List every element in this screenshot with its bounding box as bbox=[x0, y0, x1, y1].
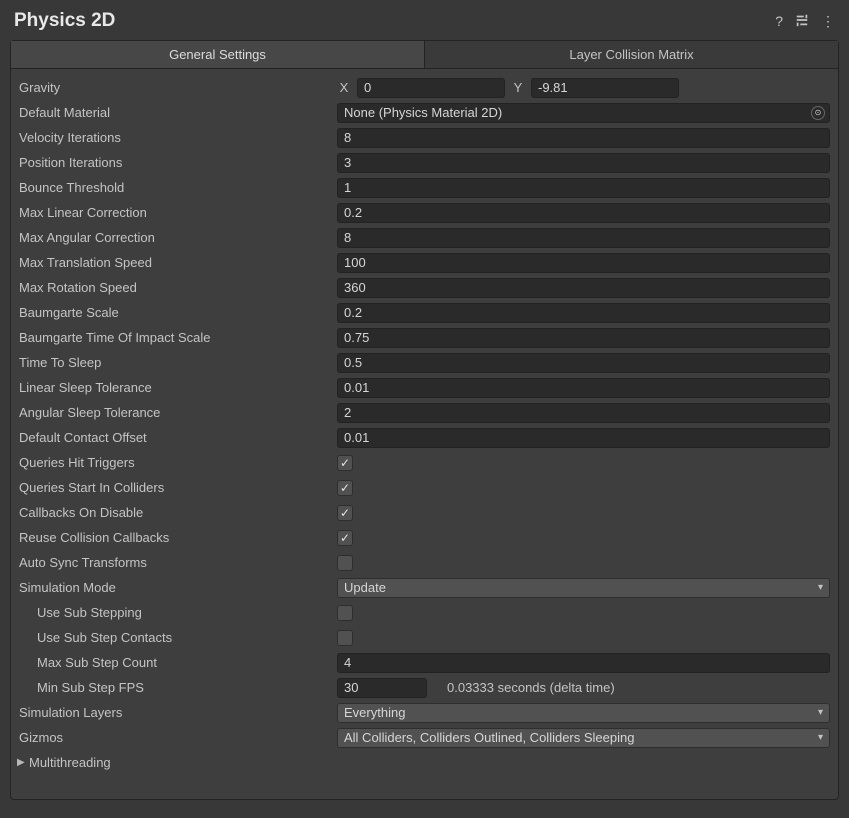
label-callbacks-on-disable: Callbacks On Disable bbox=[17, 505, 337, 520]
gizmos-select[interactable]: All Colliders, Colliders Outlined, Colli… bbox=[337, 728, 830, 748]
auto-sync-transforms-checkbox[interactable] bbox=[337, 555, 353, 571]
object-picker-icon[interactable]: ⊙ bbox=[811, 106, 825, 120]
label-max-angular-correction: Max Angular Correction bbox=[17, 230, 337, 245]
use-sub-stepping-checkbox[interactable] bbox=[337, 605, 353, 621]
label-gizmos: Gizmos bbox=[17, 730, 337, 745]
label-default-contact-offset: Default Contact Offset bbox=[17, 430, 337, 445]
label-angular-sleep-tolerance: Angular Sleep Tolerance bbox=[17, 405, 337, 420]
label-max-rotation-speed: Max Rotation Speed bbox=[17, 280, 337, 295]
tabs: General Settings Layer Collision Matrix bbox=[11, 41, 838, 69]
max-rotation-speed-input[interactable] bbox=[337, 278, 830, 298]
label-linear-sleep-tolerance: Linear Sleep Tolerance bbox=[17, 380, 337, 395]
label-auto-sync-transforms: Auto Sync Transforms bbox=[17, 555, 337, 570]
label-bounce-threshold: Bounce Threshold bbox=[17, 180, 337, 195]
label-default-material: Default Material bbox=[17, 105, 337, 120]
tab-content: Gravity X Y Default Material None (Physi… bbox=[11, 69, 838, 781]
max-linear-correction-input[interactable] bbox=[337, 203, 830, 223]
label-position-iterations: Position Iterations bbox=[17, 155, 337, 170]
panel-title: Physics 2D bbox=[14, 10, 775, 32]
linear-sleep-tolerance-input[interactable] bbox=[337, 378, 830, 398]
max-sub-step-count-input[interactable] bbox=[337, 653, 830, 673]
foldout-arrow-icon: ▶ bbox=[17, 757, 29, 768]
gravity-x-input[interactable] bbox=[357, 78, 505, 98]
max-translation-speed-input[interactable] bbox=[337, 253, 830, 273]
panel-header: Physics 2D ? ⋮ bbox=[0, 0, 849, 40]
menu-icon[interactable]: ⋮ bbox=[821, 13, 835, 30]
queries-hit-triggers-checkbox[interactable] bbox=[337, 455, 353, 471]
max-angular-correction-input[interactable] bbox=[337, 228, 830, 248]
simulation-mode-select[interactable]: Update bbox=[337, 578, 830, 598]
queries-start-in-colliders-checkbox[interactable] bbox=[337, 480, 353, 496]
label-baumgarte-scale: Baumgarte Scale bbox=[17, 305, 337, 320]
gravity-x-label: X bbox=[337, 80, 351, 95]
label-baumgarte-toi-scale: Baumgarte Time Of Impact Scale bbox=[17, 330, 337, 345]
label-queries-start-in-colliders: Queries Start In Colliders bbox=[17, 480, 337, 495]
label-max-linear-correction: Max Linear Correction bbox=[17, 205, 337, 220]
label-velocity-iterations: Velocity Iterations bbox=[17, 130, 337, 145]
label-multithreading: Multithreading bbox=[29, 755, 111, 770]
label-use-sub-step-contacts: Use Sub Step Contacts bbox=[17, 630, 337, 645]
time-to-sleep-input[interactable] bbox=[337, 353, 830, 373]
label-max-sub-step-count: Max Sub Step Count bbox=[17, 655, 337, 670]
foldout-multithreading[interactable]: ▶ Multithreading bbox=[15, 750, 834, 775]
baumgarte-scale-input[interactable] bbox=[337, 303, 830, 323]
angular-sleep-tolerance-input[interactable] bbox=[337, 403, 830, 423]
label-queries-hit-triggers: Queries Hit Triggers bbox=[17, 455, 337, 470]
default-contact-offset-input[interactable] bbox=[337, 428, 830, 448]
gravity-y-label: Y bbox=[511, 80, 525, 95]
reuse-collision-callbacks-checkbox[interactable] bbox=[337, 530, 353, 546]
label-time-to-sleep: Time To Sleep bbox=[17, 355, 337, 370]
default-material-field[interactable]: None (Physics Material 2D) ⊙ bbox=[337, 103, 830, 123]
label-use-sub-stepping: Use Sub Stepping bbox=[17, 605, 337, 620]
header-icons: ? ⋮ bbox=[775, 13, 835, 30]
min-sub-step-fps-hint: 0.03333 seconds (delta time) bbox=[433, 680, 615, 695]
min-sub-step-fps-input[interactable] bbox=[337, 678, 427, 698]
tab-general-settings[interactable]: General Settings bbox=[11, 41, 425, 68]
label-simulation-layers: Simulation Layers bbox=[17, 705, 337, 720]
label-simulation-mode: Simulation Mode bbox=[17, 580, 337, 595]
label-max-translation-speed: Max Translation Speed bbox=[17, 255, 337, 270]
row-default-material: Default Material None (Physics Material … bbox=[15, 100, 834, 125]
tab-layer-collision-matrix[interactable]: Layer Collision Matrix bbox=[425, 41, 838, 68]
label-reuse-collision-callbacks: Reuse Collision Callbacks bbox=[17, 530, 337, 545]
bounce-threshold-input[interactable] bbox=[337, 178, 830, 198]
use-sub-step-contacts-checkbox[interactable] bbox=[337, 630, 353, 646]
callbacks-on-disable-checkbox[interactable] bbox=[337, 505, 353, 521]
label-gravity: Gravity bbox=[17, 80, 337, 95]
velocity-iterations-input[interactable] bbox=[337, 128, 830, 148]
simulation-layers-select[interactable]: Everything bbox=[337, 703, 830, 723]
row-gravity: Gravity X Y bbox=[15, 75, 834, 100]
help-icon[interactable]: ? bbox=[775, 13, 783, 29]
gravity-y-input[interactable] bbox=[531, 78, 679, 98]
position-iterations-input[interactable] bbox=[337, 153, 830, 173]
settings-icon[interactable] bbox=[795, 13, 809, 30]
baumgarte-toi-scale-input[interactable] bbox=[337, 328, 830, 348]
settings-panel: General Settings Layer Collision Matrix … bbox=[10, 40, 839, 800]
label-min-sub-step-fps: Min Sub Step FPS bbox=[17, 680, 337, 695]
